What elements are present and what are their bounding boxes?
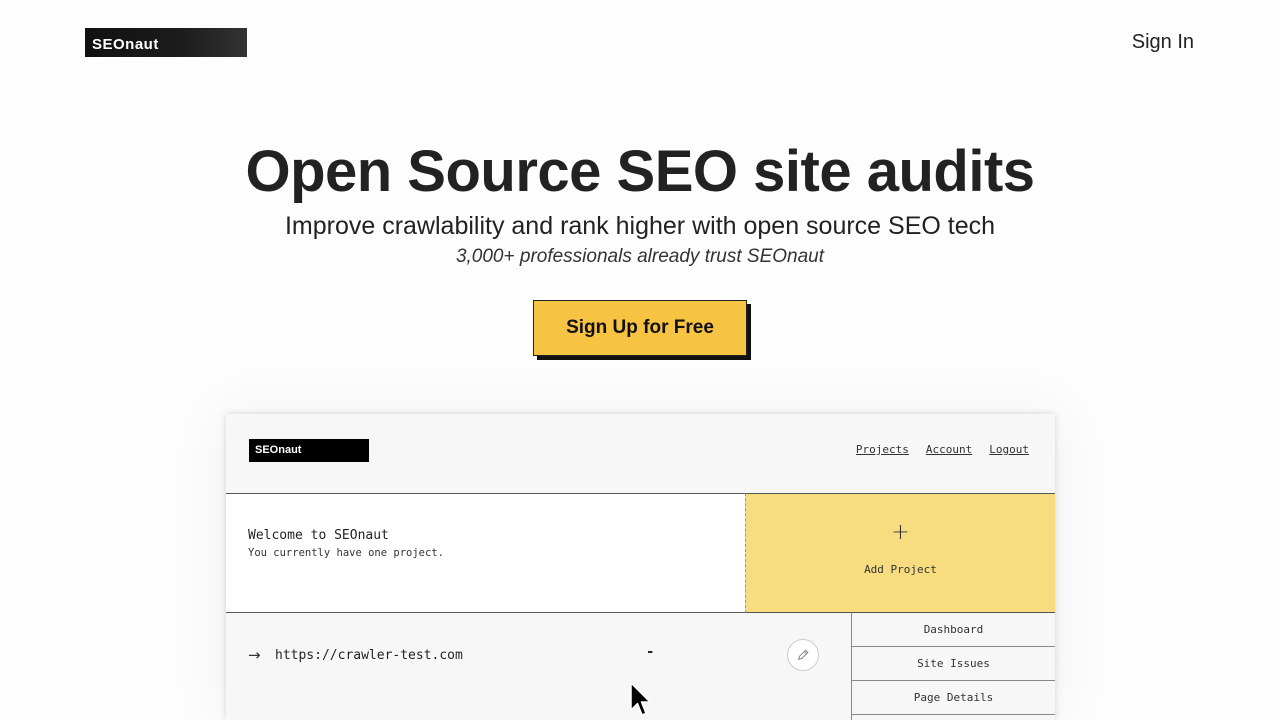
side-menu-site-issues[interactable]: Site Issues bbox=[852, 647, 1055, 681]
project-side-menu: Dashboard Site Issues Page Details bbox=[851, 613, 1055, 720]
sign-in-link[interactable]: Sign In bbox=[1132, 31, 1194, 54]
add-project-label: Add Project bbox=[864, 563, 937, 576]
landing-page: SEOnaut Sign In Open Source SEO site aud… bbox=[0, 0, 1280, 720]
hero-title: Open Source SEO site audits bbox=[245, 139, 1035, 204]
hero-subtitle: Improve crawlability and rank higher wit… bbox=[284, 212, 996, 240]
preview-nav-account[interactable]: Account bbox=[926, 443, 972, 456]
welcome-title: Welcome to SEOnaut bbox=[248, 528, 389, 543]
preview-nav-logout[interactable]: Logout bbox=[989, 443, 1029, 456]
add-project-button[interactable]: + Add Project bbox=[745, 493, 1055, 613]
site-logo[interactable]: SEOnaut bbox=[85, 28, 247, 57]
plus-icon: + bbox=[891, 520, 910, 545]
welcome-panel: Welcome to SEOnaut You currently have on… bbox=[226, 493, 745, 613]
welcome-text: You currently have one project. bbox=[248, 547, 444, 559]
sign-up-button[interactable]: Sign Up for Free bbox=[533, 300, 747, 356]
hero-trust-text: 3,000+ professionals already trust SEOna… bbox=[455, 246, 825, 267]
side-menu-page-details[interactable]: Page Details bbox=[852, 681, 1055, 715]
preview-nav-projects[interactable]: Projects bbox=[856, 443, 909, 456]
mouse-cursor-icon bbox=[630, 682, 651, 716]
preview-logo: SEOnaut bbox=[249, 439, 369, 462]
side-menu-dashboard[interactable]: Dashboard bbox=[852, 613, 1055, 647]
preview-nav: Projects Account Logout bbox=[856, 443, 1029, 456]
